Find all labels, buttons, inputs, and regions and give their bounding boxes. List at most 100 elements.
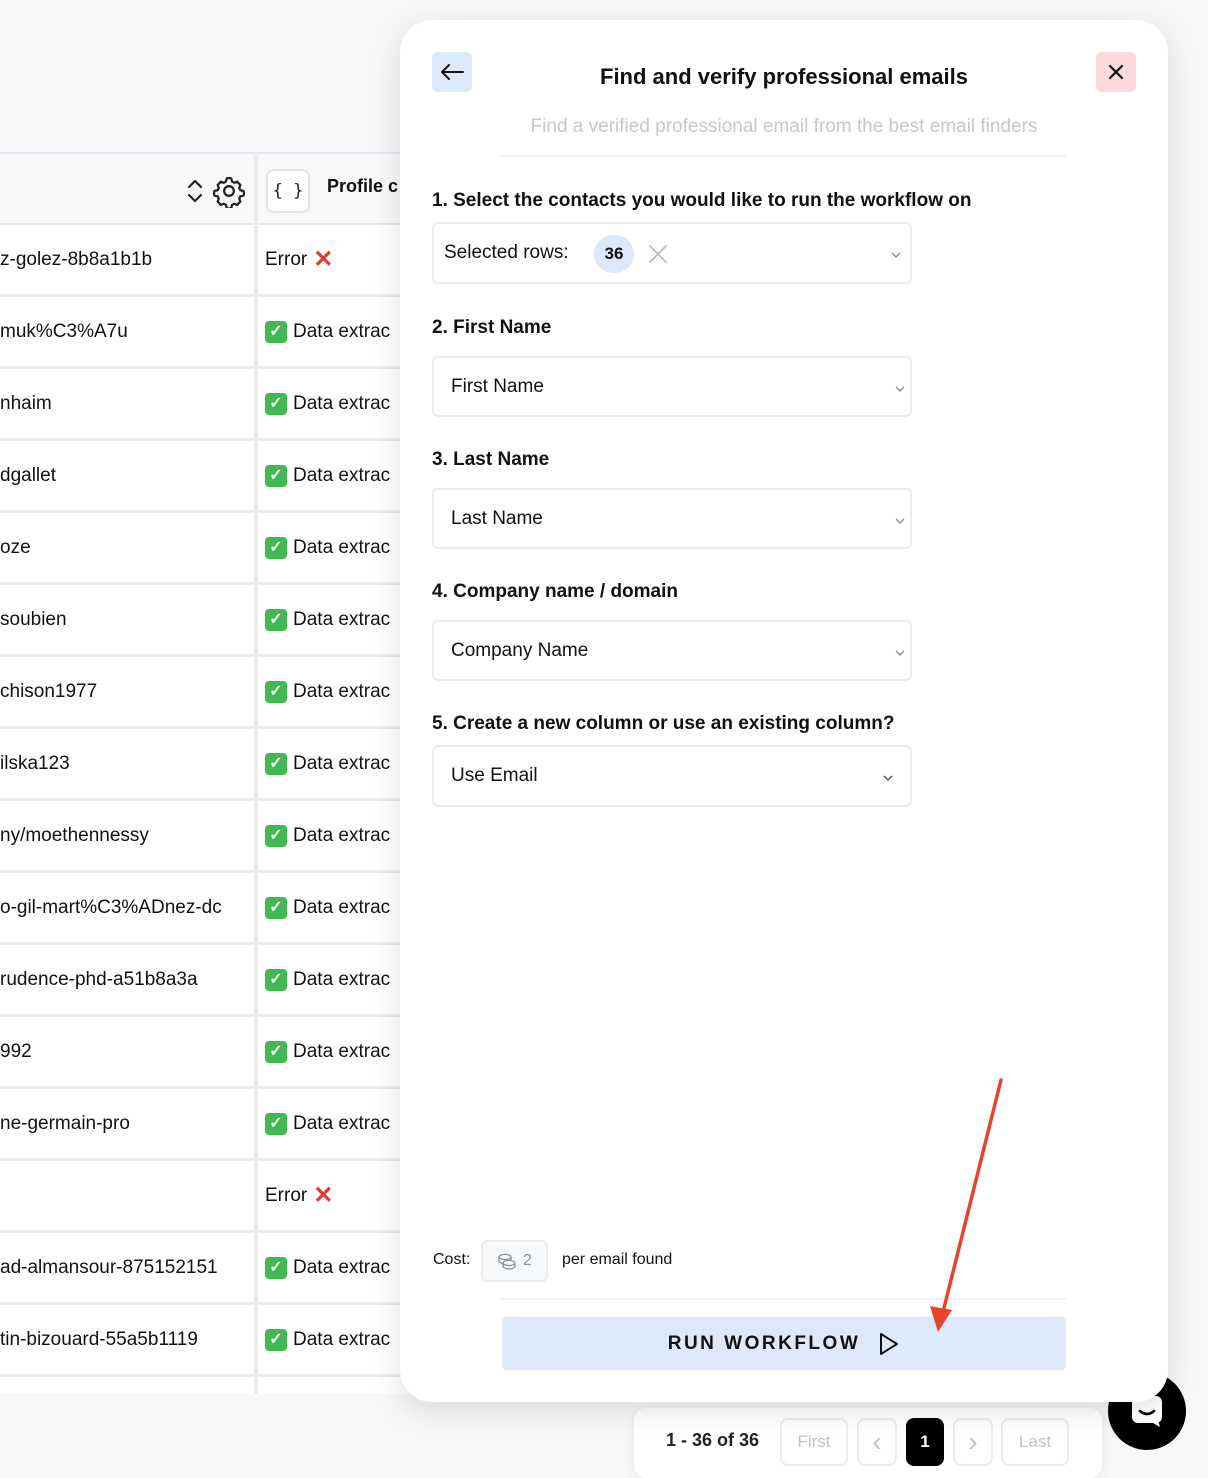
status-text: Data extrac — [293, 537, 391, 558]
table-row[interactable]: ad-almansour-875152151 ✓ Data extrac — [0, 1233, 420, 1305]
column-select[interactable]: Use Email — [432, 745, 912, 807]
profile-url-cell[interactable]: muk%C3%A7u — [0, 297, 248, 366]
table-row[interactable]: 992 ✓ Data extrac — [0, 1017, 420, 1089]
cost-suffix: per email found — [562, 1251, 673, 1268]
status-cell[interactable]: ✓ Data extrac — [265, 729, 390, 798]
close-button[interactable] — [1096, 52, 1136, 92]
run-workflow-button[interactable]: RUN WORKFLOW — [502, 1317, 1066, 1370]
status-cell[interactable]: ✓ Data extrac — [265, 1089, 390, 1158]
pagination-first-button[interactable]: First — [780, 1418, 848, 1466]
company-select[interactable]: Company Name — [432, 620, 912, 681]
status-cell[interactable]: Error ✕ — [265, 1161, 333, 1230]
last-name-select[interactable]: Last Name — [432, 488, 912, 549]
profile-url-cell[interactable]: ne-germain-pro — [0, 1089, 248, 1158]
check-icon: ✓ — [265, 896, 287, 919]
status-text: Data extrac — [293, 1041, 391, 1062]
column-divider[interactable] — [254, 152, 258, 1394]
table-row[interactable]: ilska123 ✓ Data extrac — [0, 729, 420, 801]
profile-url-cell[interactable]: ad-almansour-875152151 — [0, 1233, 248, 1302]
status-cell[interactable]: ✓ Data extrac — [265, 873, 390, 942]
run-workflow-label: RUN WORKFLOW — [667, 1332, 861, 1354]
first-name-select[interactable]: First Name — [432, 356, 912, 417]
sort-icon[interactable] — [186, 176, 204, 206]
profile-url-cell[interactable]: soubien — [0, 585, 248, 654]
table-row[interactable]: rudence-phd-a51b8a3a ✓ Data extrac — [0, 945, 420, 1017]
profile-url-cell[interactable]: ilska123 — [0, 729, 248, 798]
status-cell[interactable]: ✓ Data extrac — [265, 441, 390, 510]
play-icon — [880, 1332, 899, 1355]
profile-url-cell[interactable]: o-gil-mart%C3%ADnez-dc — [0, 873, 248, 942]
profile-url-cell[interactable]: rudence-phd-a51b8a3a — [0, 945, 248, 1014]
pagination-page-current[interactable]: 1 — [906, 1418, 944, 1466]
table-row[interactable]: z-golez-8b8a1b1b Error ✕ — [0, 225, 420, 297]
step-first-name-label: 2. First Name — [432, 317, 552, 338]
table-row[interactable]: soubien ✓ Data extrac — [0, 585, 420, 657]
status-cell[interactable]: ✓ Data extrac — [265, 1233, 390, 1302]
status-cell[interactable]: ✓ Data extrac — [265, 945, 390, 1014]
profile-url-text: muk%C3%A7u — [0, 321, 128, 342]
profile-url-cell[interactable]: nhaim — [0, 369, 248, 438]
profile-url-cell[interactable]: tin-bizouard-55a5b1119 — [0, 1305, 248, 1374]
divider — [500, 155, 1066, 157]
table-row[interactable]: tin-bizouard-55a5b1119 ✓ Data extrac — [0, 1305, 420, 1377]
profile-url-cell[interactable]: 992 — [0, 1017, 248, 1086]
status-cell[interactable]: Error ✕ — [265, 225, 333, 294]
status-cell[interactable]: ✓ Data extrac — [265, 657, 390, 726]
table-row[interactable]: nhaim ✓ Data extrac — [0, 369, 420, 441]
chevron-down-icon — [891, 252, 901, 258]
table-row[interactable]: o-gil-mart%C3%ADnez-dc ✓ Data extrac — [0, 873, 420, 945]
status-text: Data extrac — [293, 321, 391, 342]
pagination-last-button[interactable]: Last — [1001, 1418, 1069, 1466]
data-table: { } Profile c z-golez-8b8a1b1b Error ✕ muk%… — [0, 152, 420, 1394]
profile-url-text: dgallet — [0, 465, 56, 486]
table-row[interactable]: chison1977 ✓ Data extrac — [0, 657, 420, 729]
gear-icon[interactable] — [212, 174, 246, 208]
status-text: Data extrac — [293, 465, 391, 486]
pagination-range: 1 - 36 of 36 — [666, 1430, 760, 1450]
check-icon: ✓ — [265, 536, 287, 559]
status-text: Data extrac — [293, 393, 391, 414]
chevron-down-icon — [895, 518, 905, 524]
pagination-prev-button[interactable]: ‹ — [857, 1418, 897, 1466]
status-text: Data extrac — [293, 969, 391, 990]
table-row[interactable]: ne-germain-pro ✓ Data extrac — [0, 1089, 420, 1161]
column-header-profile[interactable]: Profile c — [327, 176, 398, 197]
company-select-value: Company Name — [451, 640, 589, 661]
status-text: Data extrac — [293, 1257, 391, 1278]
table-row[interactable]: oze ✓ Data extrac — [0, 513, 420, 585]
status-text: Data extrac — [293, 1113, 391, 1134]
check-icon: ✓ — [265, 752, 287, 775]
profile-url-text: rudence-phd-a51b8a3a — [0, 969, 198, 990]
status-cell[interactable]: ✓ Data extrac — [265, 297, 390, 366]
table-row[interactable]: dgallet ✓ Data extrac — [0, 441, 420, 513]
table-row[interactable]: muk%C3%A7u ✓ Data extrac — [0, 297, 420, 369]
step-column-label: 5. Create a new column or use an existin… — [432, 713, 895, 734]
clear-selection-icon[interactable] — [648, 244, 668, 264]
status-cell[interactable]: ✓ Data extrac — [265, 1305, 390, 1374]
status-cell[interactable]: ✓ Data extrac — [265, 585, 390, 654]
column-select-value: Use Email — [451, 765, 538, 786]
json-column-button[interactable]: { } — [266, 169, 310, 213]
profile-url-cell[interactable]: oze — [0, 513, 248, 582]
profile-url-text: z-golez-8b8a1b1b — [0, 249, 153, 270]
pagination-next-button[interactable]: › — [953, 1418, 993, 1466]
profile-url-text: 992 — [0, 1041, 32, 1062]
profile-url-cell[interactable]: dgallet — [0, 441, 248, 510]
profile-url-cell[interactable]: ny/moethennessy — [0, 801, 248, 870]
check-icon: ✓ — [265, 824, 287, 847]
status-cell[interactable]: ✓ Data extrac — [265, 801, 390, 870]
table-row[interactable]: Error ✕ — [0, 1161, 420, 1233]
profile-url-cell[interactable] — [0, 1161, 248, 1230]
profile-url-cell[interactable]: z-golez-8b8a1b1b — [0, 225, 248, 294]
modal-title: Find and verify professional emails — [600, 64, 968, 89]
check-icon: ✓ — [265, 1040, 287, 1063]
table-row[interactable]: ny/moethennessy ✓ Data extrac — [0, 801, 420, 873]
profile-url-text: ne-germain-pro — [0, 1113, 130, 1134]
error-x-icon: ✕ — [313, 245, 334, 273]
error-x-icon: ✕ — [313, 1181, 334, 1209]
status-cell[interactable]: ✓ Data extrac — [265, 369, 390, 438]
profile-url-cell[interactable]: chison1977 — [0, 657, 248, 726]
contacts-select[interactable]: Selected rows: 36 — [432, 222, 912, 284]
status-cell[interactable]: ✓ Data extrac — [265, 513, 390, 582]
status-cell[interactable]: ✓ Data extrac — [265, 1017, 390, 1086]
